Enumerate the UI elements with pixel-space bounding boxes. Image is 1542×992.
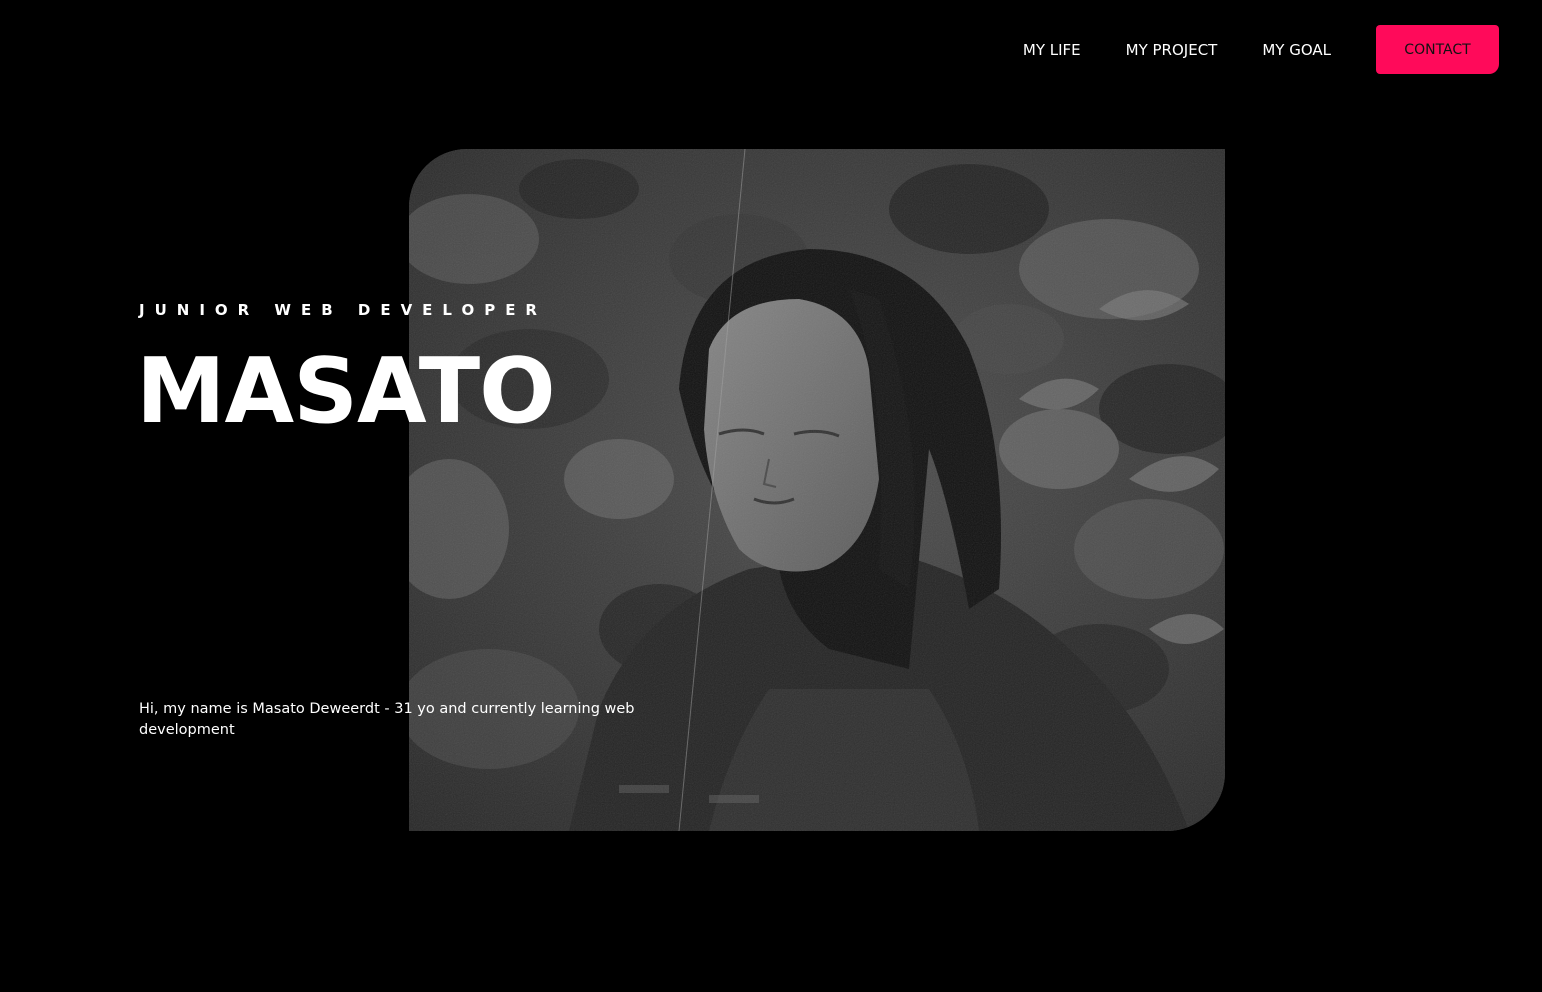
hero-title: MASATO (136, 339, 556, 444)
nav-link-my-life[interactable]: MY LIFE (1023, 41, 1081, 59)
nav-link-my-goal[interactable]: MY GOAL (1262, 41, 1331, 59)
top-nav: MY LIFE MY PROJECT MY GOAL CONTACT (1023, 25, 1499, 74)
hero-subtitle: JUNIOR WEB DEVELOPER (139, 301, 547, 319)
contact-button[interactable]: CONTACT (1376, 25, 1499, 74)
nav-link-my-project[interactable]: MY PROJECT (1126, 41, 1218, 59)
hero-intro: Hi, my name is Masato Deweerdt - 31 yo a… (139, 700, 635, 738)
page: MY LIFE MY PROJECT MY GOAL CONTACT JUNIO… (0, 0, 1542, 992)
